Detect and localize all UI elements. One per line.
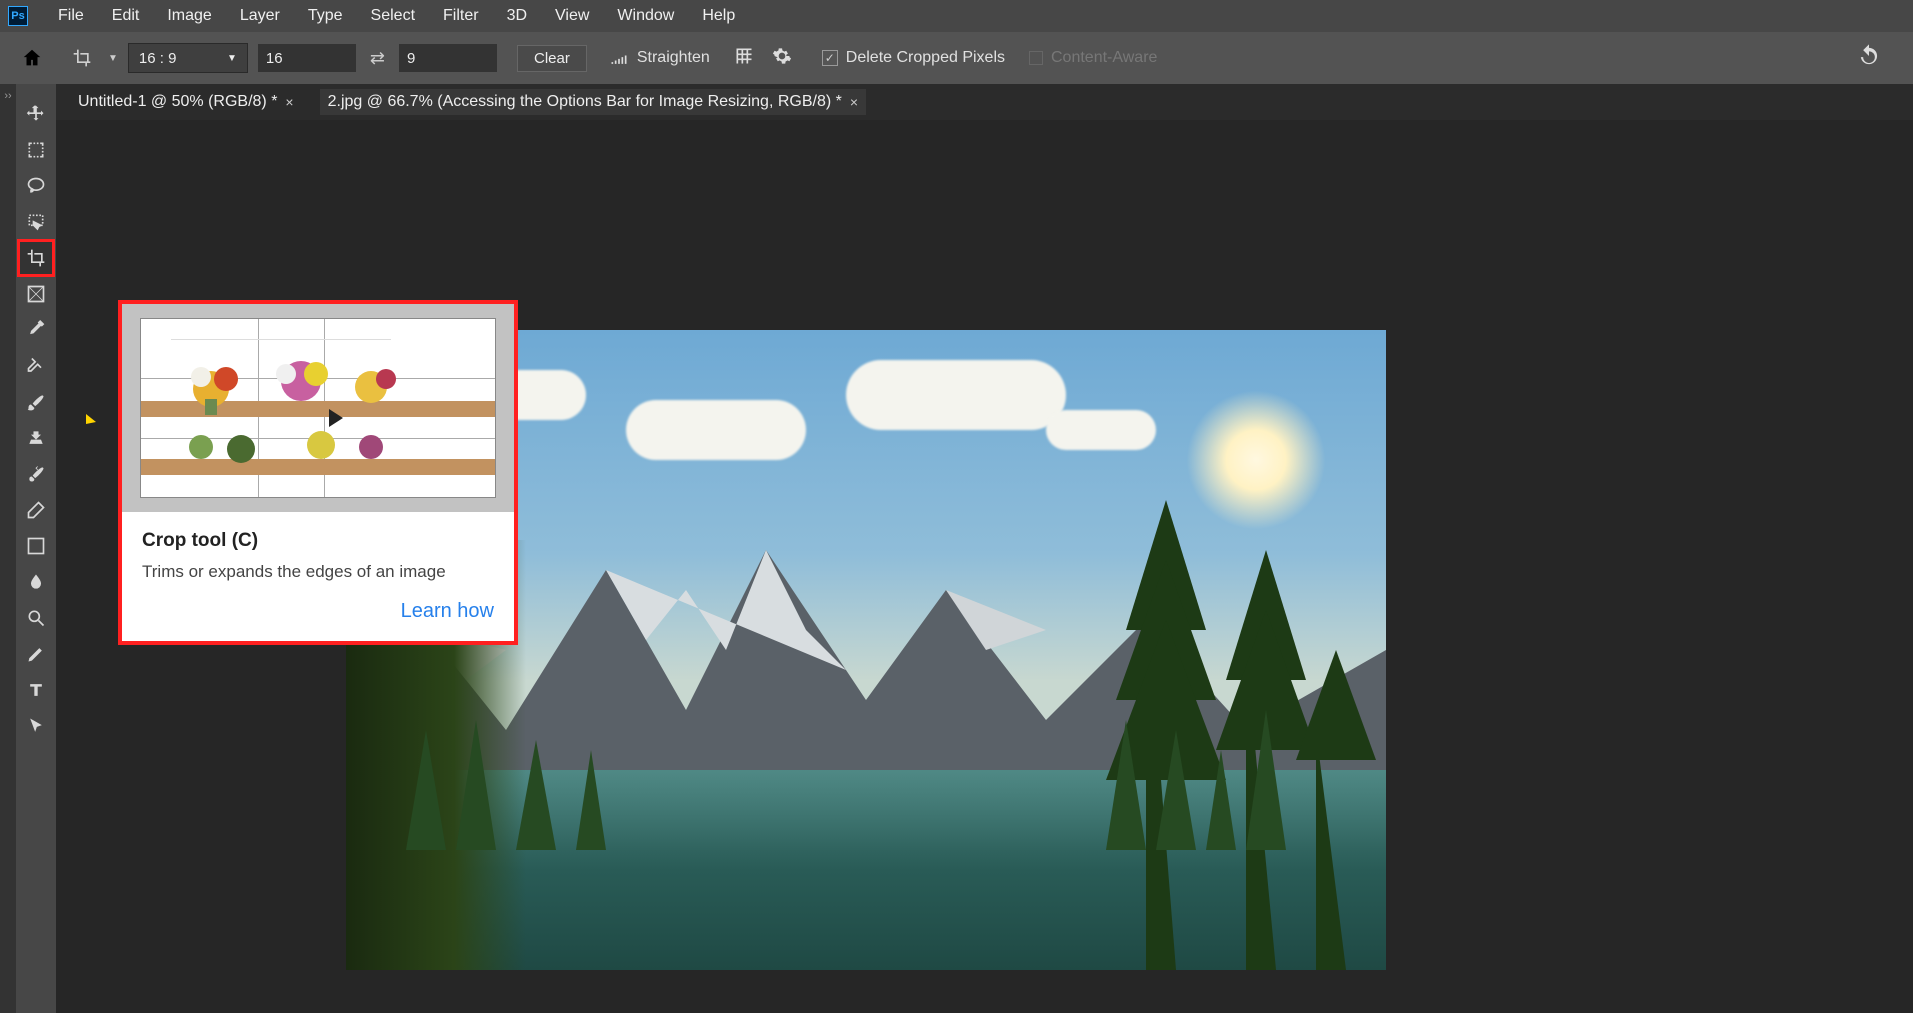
menu-window[interactable]: Window bbox=[603, 3, 688, 29]
menu-file[interactable]: File bbox=[44, 3, 98, 29]
tool-preset-caret-icon[interactable]: ▼ bbox=[108, 53, 118, 64]
crop-settings-icon[interactable] bbox=[772, 46, 792, 71]
straighten-label: Straighten bbox=[637, 49, 710, 67]
tab-2jpg[interactable]: 2.jpg @ 66.7% (Accessing the Options Bar… bbox=[320, 89, 866, 115]
straighten-button[interactable]: Straighten bbox=[609, 48, 710, 68]
checkbox-checked-icon: ✓ bbox=[822, 50, 838, 66]
crop-height-input[interactable]: 9 bbox=[399, 44, 497, 72]
canvas-area[interactable]: Crop tool (C) Trims or expands the edges… bbox=[56, 120, 1913, 1013]
tooltip-preview bbox=[122, 304, 514, 512]
menu-select[interactable]: Select bbox=[357, 3, 429, 29]
menu-edit[interactable]: Edit bbox=[98, 3, 154, 29]
tool-pen[interactable] bbox=[18, 636, 54, 672]
crop-tool-icon[interactable] bbox=[62, 48, 102, 68]
aspect-ratio-value: 16 : 9 bbox=[139, 50, 177, 67]
delete-cropped-checkbox[interactable]: ✓ Delete Cropped Pixels bbox=[822, 49, 1005, 67]
tool-rect-marquee[interactable] bbox=[18, 132, 54, 168]
reset-crop-icon[interactable] bbox=[1855, 42, 1883, 75]
tooltip-description: Trims or expands the edges of an image bbox=[142, 562, 494, 582]
tab-close-icon[interactable]: × bbox=[850, 94, 858, 110]
panel-collapse-grip[interactable]: ›› bbox=[0, 84, 16, 1013]
tab-close-icon[interactable]: × bbox=[285, 94, 293, 110]
tool-gradient[interactable] bbox=[18, 528, 54, 564]
menu-layer[interactable]: Layer bbox=[226, 3, 294, 29]
delete-cropped-label: Delete Cropped Pixels bbox=[846, 49, 1005, 67]
learn-how-link[interactable]: Learn how bbox=[142, 600, 494, 623]
tooltip-title: Crop tool (C) bbox=[142, 530, 494, 552]
tool-brush[interactable] bbox=[18, 384, 54, 420]
menu-3d[interactable]: 3D bbox=[493, 3, 541, 29]
tab-label: Untitled-1 @ 50% (RGB/8) * bbox=[78, 93, 277, 111]
tool-healing-brush[interactable] bbox=[18, 348, 54, 384]
swap-dimensions-icon[interactable]: ⇄ bbox=[366, 48, 389, 69]
toolbox bbox=[16, 84, 56, 1013]
tool-zoom[interactable] bbox=[18, 600, 54, 636]
tool-lasso[interactable] bbox=[18, 168, 54, 204]
tool-frame[interactable] bbox=[18, 276, 54, 312]
tool-clone-stamp[interactable] bbox=[18, 420, 54, 456]
menu-bar: Ps File Edit Image Layer Type Select Fil… bbox=[0, 0, 1913, 32]
menu-type[interactable]: Type bbox=[294, 3, 357, 29]
menu-filter[interactable]: Filter bbox=[429, 3, 493, 29]
caret-down-icon: ▼ bbox=[227, 53, 237, 64]
cursor-arrow-icon bbox=[86, 414, 96, 424]
tool-history-brush[interactable] bbox=[18, 456, 54, 492]
tool-tooltip: Crop tool (C) Trims or expands the edges… bbox=[118, 300, 518, 645]
crop-width-input[interactable]: 16 bbox=[258, 44, 356, 72]
tab-untitled[interactable]: Untitled-1 @ 50% (RGB/8) * × bbox=[70, 89, 302, 115]
tooltip-thumbnail bbox=[140, 318, 496, 498]
overlay-grid-icon[interactable] bbox=[734, 46, 754, 71]
content-aware-label: Content-Aware bbox=[1051, 49, 1157, 67]
tab-label: 2.jpg @ 66.7% (Accessing the Options Bar… bbox=[328, 93, 842, 111]
tool-eyedropper[interactable] bbox=[18, 312, 54, 348]
tool-quick-select[interactable] bbox=[18, 204, 54, 240]
tool-move[interactable] bbox=[18, 96, 54, 132]
content-aware-checkbox[interactable]: Content-Aware bbox=[1029, 49, 1157, 67]
document-tabs: Untitled-1 @ 50% (RGB/8) * × 2.jpg @ 66.… bbox=[56, 84, 1913, 120]
menu-image[interactable]: Image bbox=[153, 3, 225, 29]
menu-help[interactable]: Help bbox=[688, 3, 749, 29]
tool-path-select[interactable] bbox=[18, 708, 54, 744]
play-icon bbox=[329, 409, 343, 427]
tool-eraser[interactable] bbox=[18, 492, 54, 528]
options-bar: ▼ 16 : 9 ▼ 16 ⇄ 9 Clear Straighten ✓ Del… bbox=[0, 32, 1913, 84]
clear-button[interactable]: Clear bbox=[517, 45, 587, 72]
tool-blur[interactable] bbox=[18, 564, 54, 600]
menu-view[interactable]: View bbox=[541, 3, 603, 29]
home-button[interactable] bbox=[12, 38, 52, 78]
tool-crop[interactable] bbox=[18, 240, 54, 276]
aspect-ratio-select[interactable]: 16 : 9 ▼ bbox=[128, 43, 248, 73]
app-logo: Ps bbox=[8, 6, 28, 26]
tool-type[interactable] bbox=[18, 672, 54, 708]
